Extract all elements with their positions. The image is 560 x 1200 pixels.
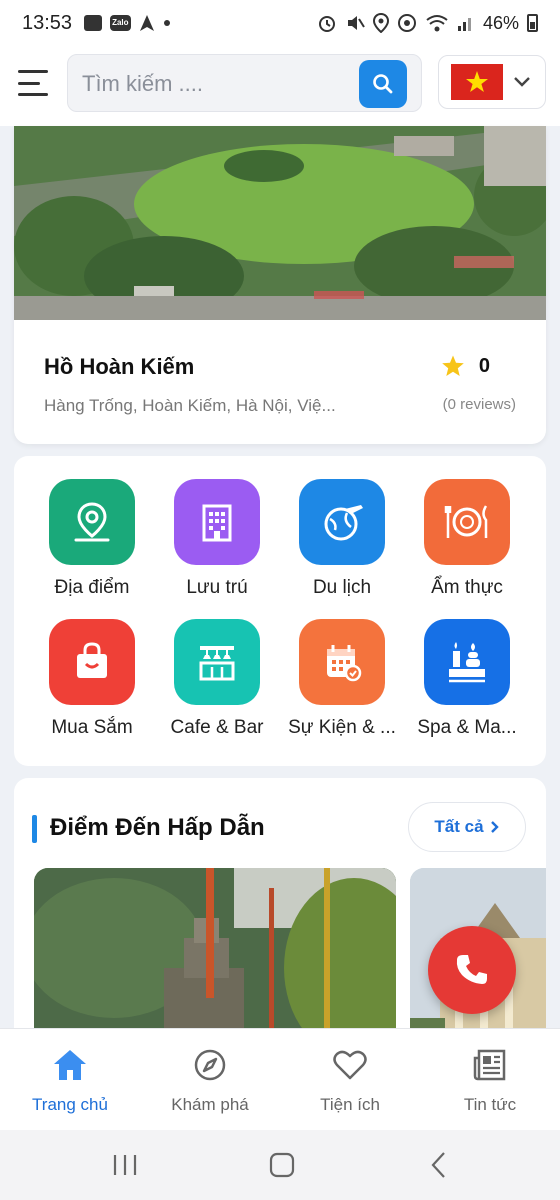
location-pin-icon	[49, 479, 135, 565]
category-label: Sự Kiện & ...	[288, 717, 396, 738]
hero-lake-image	[14, 126, 546, 320]
star-icon	[442, 355, 464, 376]
gallery-icon	[84, 15, 103, 31]
category-cafe-bar[interactable]: Cafe & Bar	[153, 619, 281, 739]
recents-icon[interactable]	[112, 1150, 138, 1180]
search-input[interactable]	[82, 65, 352, 103]
navigation-arrow-icon	[139, 15, 154, 31]
wifi-icon	[426, 15, 448, 32]
nav-label: Tin tức	[463, 1095, 517, 1114]
place-title: Hồ Hoàn Kiếm	[44, 354, 195, 379]
review-count: (0 reviews)	[442, 396, 516, 413]
place-rating: 0	[441, 354, 490, 378]
back-icon[interactable]	[428, 1150, 450, 1180]
hotspot-icon	[397, 14, 416, 32]
app-header	[0, 46, 560, 126]
category-label: Spa & Ma...	[417, 717, 517, 738]
battery-icon	[527, 14, 538, 32]
system-navigation	[0, 1130, 560, 1200]
location-status-icon	[372, 13, 389, 33]
search-bar	[67, 54, 422, 112]
hotel-building-icon	[174, 479, 260, 565]
category-label: Lưu trú	[186, 577, 248, 598]
battery-percent: 46%	[482, 12, 519, 33]
vietnam-flag-icon	[451, 64, 503, 100]
cafe-shop-icon	[174, 619, 260, 705]
bottom-navigation: Trang chủ Khám phá Tiện ích Tin tức	[0, 1028, 560, 1130]
category-label: Địa điểm	[54, 577, 130, 598]
category-am-thuc[interactable]: Ẩm thực	[403, 479, 531, 599]
place-address: Hàng Trống, Hoàn Kiếm, Hà Nội, Việ...	[44, 396, 336, 415]
category-label: Cafe & Bar	[170, 717, 264, 738]
heart-icon	[333, 1050, 367, 1080]
calendar-event-icon	[299, 619, 385, 705]
nav-label: Tiện ích	[320, 1095, 380, 1114]
nav-label: Khám phá	[171, 1095, 249, 1114]
category-grid: Địa điểm Lưu trú Du lịch Ẩm thực Mua Sắm…	[14, 456, 546, 766]
section-accent-bar	[32, 815, 37, 843]
chevron-right-icon	[490, 821, 499, 833]
category-dia-diem[interactable]: Địa điểm	[28, 479, 156, 599]
category-luu-tru[interactable]: Lưu trú	[153, 479, 281, 599]
search-icon	[373, 74, 393, 94]
category-label: Mua Sắm	[51, 717, 133, 738]
zalo-icon: Zalo	[110, 15, 131, 31]
mute-icon	[347, 16, 365, 30]
chevron-down-icon	[514, 77, 530, 87]
rating-value: 0	[478, 354, 490, 377]
see-all-button[interactable]: Tất cả	[408, 802, 526, 852]
dining-plate-icon	[424, 479, 510, 565]
home-icon	[54, 1050, 86, 1080]
hero-place-card[interactable]: Hồ Hoàn Kiếm 0 Hàng Trống, Hoàn Kiếm, Hà…	[14, 126, 546, 444]
compass-icon	[194, 1049, 226, 1081]
dot-icon	[163, 20, 170, 26]
status-bar: 13:53 Zalo 46%	[0, 0, 560, 46]
globe-plane-icon	[299, 479, 385, 565]
nav-home[interactable]: Trang chủ	[0, 1047, 140, 1115]
spa-candle-icon	[424, 619, 510, 705]
category-mua-sam[interactable]: Mua Sắm	[28, 619, 156, 739]
phone-icon	[456, 955, 487, 984]
shopping-bag-icon	[49, 619, 135, 705]
language-selector[interactable]	[438, 55, 546, 109]
nav-utilities[interactable]: Tiện ích	[280, 1047, 420, 1115]
category-spa[interactable]: Spa & Ma...	[403, 619, 531, 739]
category-label: Du lịch	[312, 577, 372, 598]
category-du-lich[interactable]: Du lịch	[278, 479, 406, 599]
alarm-icon	[318, 16, 335, 32]
status-time: 13:53	[22, 11, 73, 34]
newspaper-icon	[473, 1049, 506, 1081]
category-label: Ẩm thực	[431, 577, 503, 598]
nav-label: Trang chủ	[32, 1095, 108, 1114]
nav-news[interactable]: Tin tức	[420, 1047, 560, 1115]
see-all-label: Tất cả	[434, 817, 484, 836]
menu-icon[interactable]	[18, 70, 48, 96]
category-su-kien[interactable]: Sự Kiện & ...	[278, 619, 406, 739]
home-button-icon[interactable]	[268, 1150, 296, 1180]
signal-icon	[457, 18, 471, 31]
nav-explore[interactable]: Khám phá	[140, 1047, 280, 1115]
search-button[interactable]	[359, 60, 407, 108]
section-title: Điểm Đến Hấp Dẫn	[50, 814, 265, 841]
call-button[interactable]	[428, 926, 516, 1014]
